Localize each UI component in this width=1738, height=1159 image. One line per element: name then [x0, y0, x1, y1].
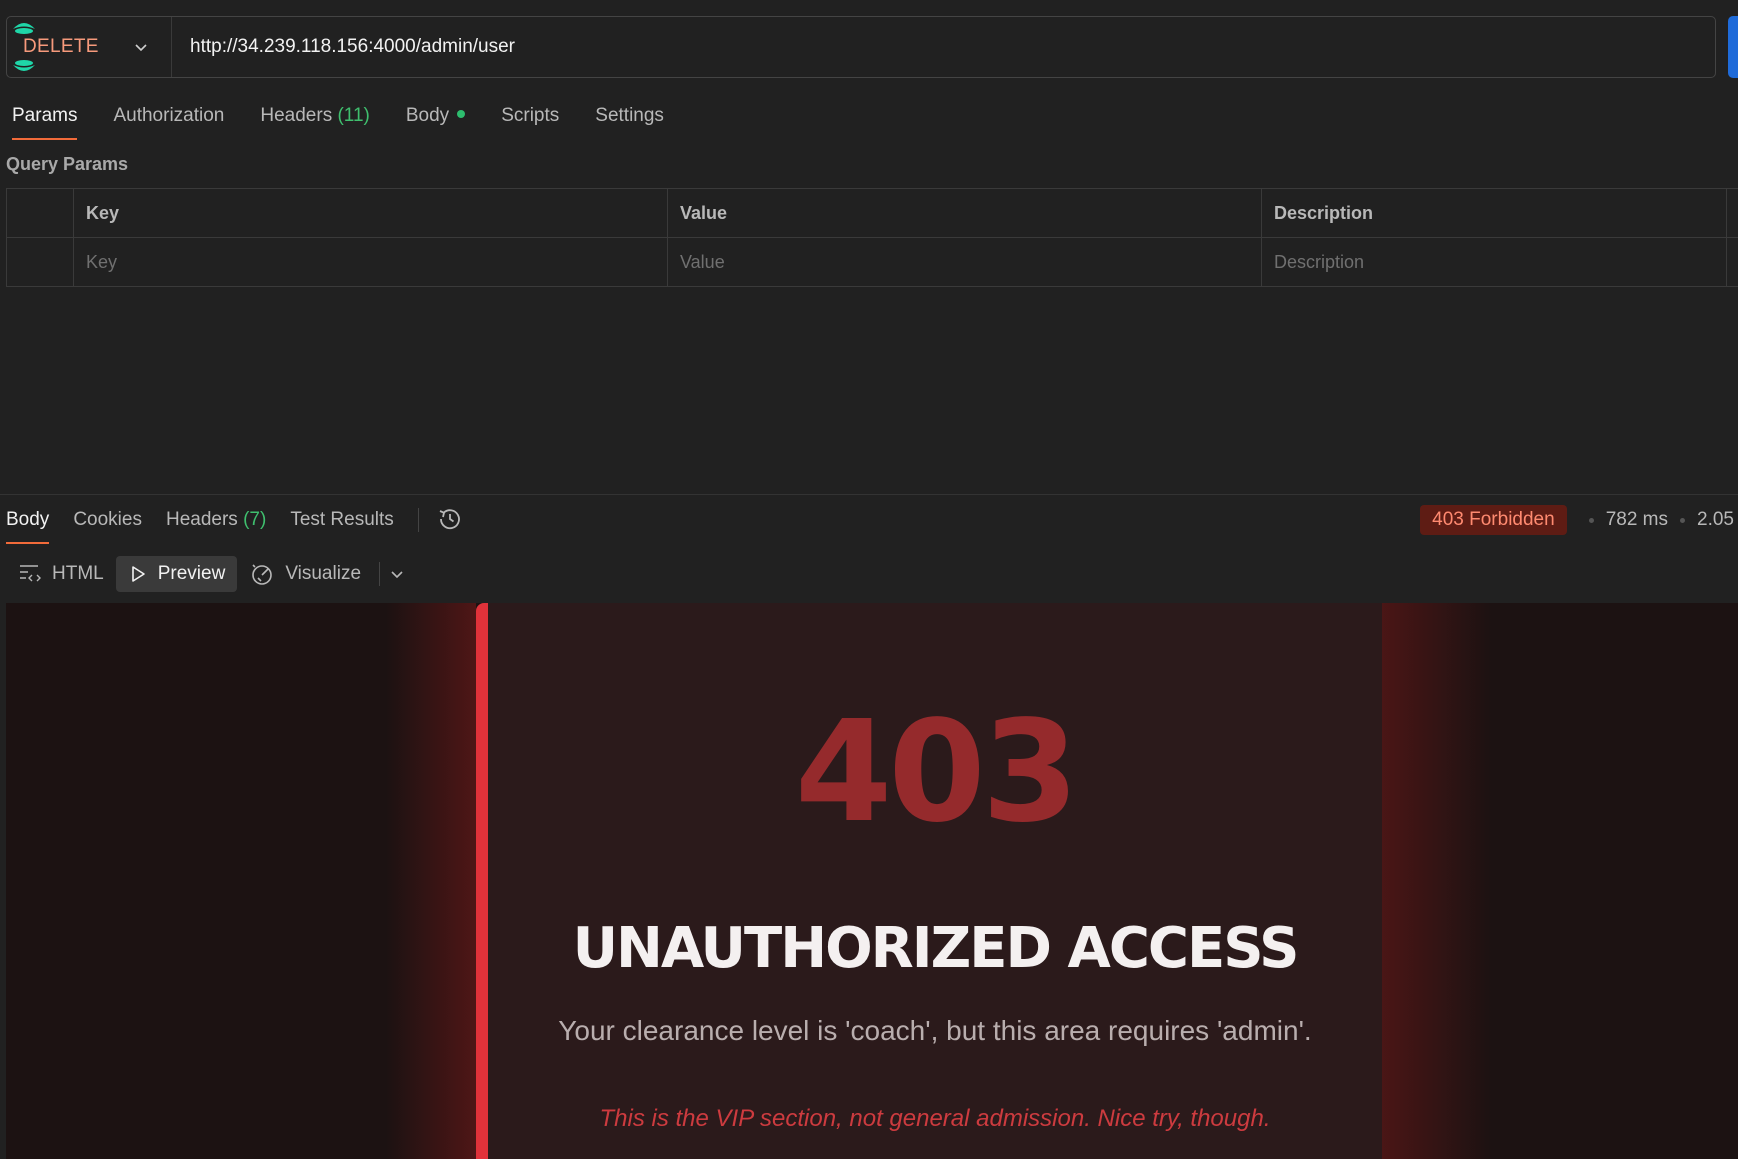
visualize-icon [252, 564, 273, 585]
runner-icon [13, 23, 35, 34]
meta-separator [1680, 517, 1686, 523]
tab-params[interactable]: Params [12, 104, 78, 140]
response-headers-count: (7) [243, 509, 267, 530]
tab-cookies[interactable]: Cookies [73, 508, 142, 544]
request-tabs: Params Authorization Headers (11) Body S… [12, 104, 700, 140]
pane-divider[interactable] [0, 494, 1738, 495]
response-size[interactable]: 2.05 [1697, 509, 1734, 531]
api-client-window: DELETE http://34.239.118.156:4000/admin/… [0, 0, 1738, 1159]
view-toolbar: HTML Preview Visualize [6, 556, 408, 592]
status-badge[interactable]: 403 Forbidden [1420, 505, 1567, 535]
response-tabs: Body Cookies Headers (7) Test Results [6, 508, 463, 544]
tab-response-body[interactable]: Body [6, 508, 50, 544]
tab-label: Headers [165, 509, 238, 530]
checkbox-column-header [6, 188, 74, 238]
tab-label: Authorization [113, 105, 225, 126]
key-input[interactable]: Key [73, 237, 668, 287]
method-label: DELETE [23, 36, 99, 57]
runner-icon [13, 60, 35, 71]
toolbar-separator [379, 562, 381, 586]
visualize-view-button[interactable]: Visualize [237, 556, 373, 592]
error-quip: This is the VIP section, not general adm… [599, 1105, 1271, 1132]
description-column-header: Description [1261, 188, 1727, 238]
history-icon[interactable] [437, 506, 463, 532]
meta-separator [1588, 517, 1594, 523]
value-input[interactable]: Value [667, 237, 1262, 287]
tab-label: Body [405, 105, 450, 126]
tab-label: Params [12, 105, 78, 126]
tab-settings[interactable]: Settings [595, 104, 664, 140]
code-format-icon [20, 565, 41, 582]
tab-label: Body [6, 509, 50, 530]
tab-response-headers[interactable]: Headers (7) [166, 508, 266, 544]
headers-count: (11) [337, 105, 370, 126]
tab-label: Test Results [290, 509, 394, 530]
table-header-row: Key Value Description [6, 188, 1738, 238]
tab-label: Cookies [73, 509, 142, 530]
url-bar: DELETE http://34.239.118.156:4000/admin/… [6, 16, 1716, 78]
url-input[interactable]: http://34.239.118.156:4000/admin/user [172, 36, 515, 58]
chevron-down-icon[interactable] [386, 563, 408, 585]
column-spacer [1726, 188, 1738, 238]
response-time[interactable]: 782 ms [1606, 509, 1668, 531]
html-view-button[interactable]: HTML [6, 556, 116, 592]
preview-view-button[interactable]: Preview [115, 556, 238, 592]
tab-test-results[interactable]: Test Results [290, 508, 393, 544]
tab-headers[interactable]: Headers (11) [260, 104, 370, 140]
tab-body[interactable]: Body [405, 104, 466, 140]
error-headline: UNAUTHORIZED ACCESS [572, 916, 1300, 981]
card-glow-left [386, 603, 476, 1159]
visualize-view-label: Visualize [285, 563, 362, 584]
tab-label: Scripts [501, 105, 560, 126]
preview-view-label: Preview [157, 563, 226, 584]
error-code: 403 [794, 691, 1079, 854]
tab-label: Settings [595, 105, 664, 126]
value-column-header: Value [667, 188, 1262, 238]
key-column-header: Key [73, 188, 668, 238]
column-spacer [1726, 237, 1738, 287]
query-params-table: Key Value Description Key Value Descript… [6, 188, 1738, 287]
body-indicator-dot [457, 109, 466, 118]
response-preview: 403 UNAUTHORIZED ACCESS Your clearance l… [6, 603, 1738, 1159]
error-card: 403 UNAUTHORIZED ACCESS Your clearance l… [476, 603, 1382, 1159]
html-view-label: HTML [52, 563, 104, 584]
error-message: Your clearance level is 'coach', but thi… [558, 1015, 1312, 1046]
tab-separator [417, 508, 419, 532]
send-button[interactable] [1728, 16, 1738, 78]
response-meta: 403 Forbidden 782 ms 2.05 [1420, 505, 1734, 535]
method-selector[interactable]: DELETE [7, 17, 172, 77]
description-input[interactable]: Description [1261, 237, 1727, 287]
card-glow-right [1382, 603, 1492, 1159]
play-icon [131, 566, 145, 582]
tab-scripts[interactable]: Scripts [501, 104, 559, 140]
table-row: Key Value Description [6, 237, 1738, 287]
tab-authorization[interactable]: Authorization [113, 104, 224, 140]
tab-label: Headers [260, 105, 333, 126]
chevron-down-icon [135, 44, 147, 52]
row-checkbox-cell[interactable] [6, 237, 74, 287]
query-params-title: Query Params [6, 154, 129, 174]
